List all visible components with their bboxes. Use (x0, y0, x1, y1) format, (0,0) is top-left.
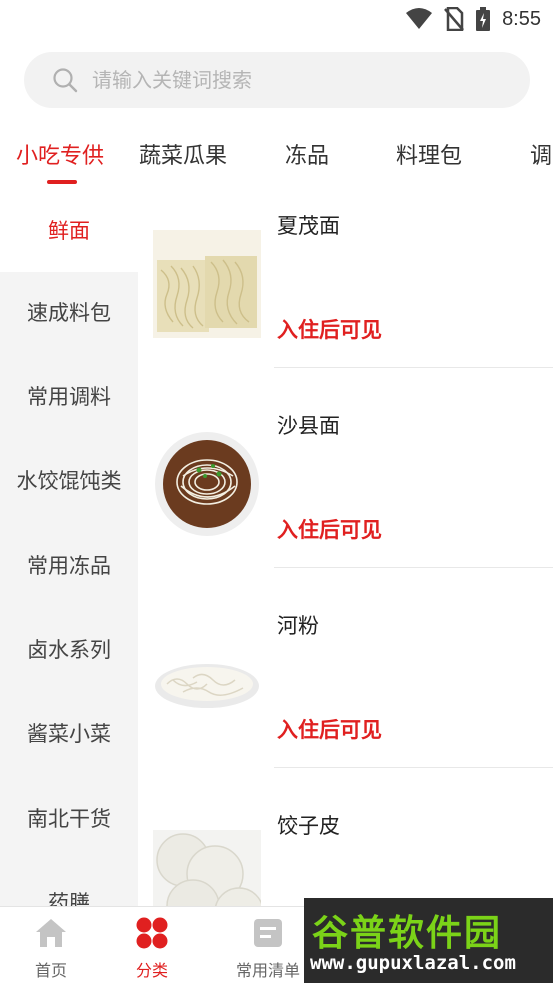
sidebar-item-pickles[interactable]: 酱菜小菜 (0, 691, 138, 775)
active-tab-indicator (47, 180, 77, 184)
tab-snacks[interactable]: 小吃专供 (16, 138, 104, 170)
product-card[interactable]: 饺子皮 (138, 788, 553, 906)
product-card[interactable]: 夏茂面 入住后可见 (138, 188, 553, 388)
nav-common-list[interactable]: 常用清单 (218, 907, 318, 983)
nav-home[interactable]: 首页 (1, 907, 101, 983)
product-name: 饺子皮 (277, 814, 340, 838)
nav-home-label: 首页 (34, 961, 67, 980)
tab-prepared-meals[interactable]: 料理包 (396, 138, 462, 170)
status-icons: 8:55 (406, 6, 541, 32)
tab-frozen[interactable]: 冻品 (285, 138, 329, 170)
subcategory-sidebar: 鲜面 速成料包 常用调料 水饺馄饨类 常用冻品 卤水系列 酱菜小菜 南北干货 药… (0, 188, 138, 906)
product-card[interactable]: 河粉 入住后可见 (138, 588, 553, 788)
product-card[interactable]: 沙县面 入住后可见 (138, 388, 553, 588)
sidebar-item-dry-goods[interactable]: 南北干货 (0, 776, 138, 860)
product-divider (274, 567, 553, 568)
wifi-icon (406, 8, 433, 29)
product-name: 沙县面 (277, 414, 340, 438)
product-list: 夏茂面 入住后可见 沙县面 入住后可见 河粉 入住后可见 饺子皮 (138, 188, 553, 906)
battery-charging-icon (476, 7, 491, 31)
sidebar-item-dumplings[interactable]: 水饺馄饨类 (0, 438, 138, 522)
category-grid-icon (136, 917, 168, 949)
sidebar-item-frozen[interactable]: 常用冻品 (0, 523, 138, 607)
nav-category[interactable]: 分类 (102, 907, 202, 983)
category-tabs: 小吃专供 蔬菜瓜果 冻品 料理包 调 (0, 122, 553, 188)
nav-common-list-label: 常用清单 (235, 961, 300, 980)
sidebar-item-fresh-noodles[interactable]: 鲜面 (0, 188, 138, 272)
product-name: 夏茂面 (277, 214, 340, 238)
list-icon (254, 919, 282, 947)
search-icon (53, 68, 78, 93)
product-image-xiamao-noodles (153, 230, 261, 338)
nav-category-label: 分类 (135, 961, 168, 980)
product-image-shaxian-noodles (153, 430, 261, 538)
search-input[interactable] (92, 64, 492, 96)
sidebar-item-instant-sauce[interactable]: 速成料包 (0, 270, 138, 354)
product-price-note: 入住后可见 (277, 718, 382, 742)
product-name: 河粉 (277, 614, 319, 638)
sidebar-item-braised[interactable]: 卤水系列 (0, 607, 138, 691)
tab-seasoning[interactable]: 调 (530, 138, 552, 170)
watermark-url: www.gupuxlazal.com (310, 952, 516, 974)
product-price-note: 入住后可见 (277, 318, 382, 342)
product-price-note: 入住后可见 (277, 518, 382, 542)
search-bar[interactable] (24, 52, 530, 108)
app-screen: 8:55 小吃专供 蔬菜瓜果 冻品 料理包 调 鲜面 速成料包 常用调料 水饺馄… (0, 0, 553, 983)
product-divider (274, 767, 553, 768)
watermark-title: 谷普软件园 (312, 913, 503, 954)
status-time: 8:55 (502, 7, 541, 30)
tab-vegetables-fruits[interactable]: 蔬菜瓜果 (139, 138, 227, 170)
home-icon (36, 919, 66, 947)
sidebar-item-seasonings[interactable]: 常用调料 (0, 354, 138, 438)
sidebar-item-herbal[interactable]: 药膳 (0, 860, 138, 906)
product-image-dumpling-wrappers (153, 830, 261, 906)
product-image-rice-noodles (153, 656, 261, 712)
no-sim-icon (444, 7, 465, 31)
site-watermark: 谷普软件园 www.gupuxlazal.com (304, 898, 553, 983)
product-divider (274, 367, 553, 368)
status-bar: 8:55 (0, 0, 553, 40)
